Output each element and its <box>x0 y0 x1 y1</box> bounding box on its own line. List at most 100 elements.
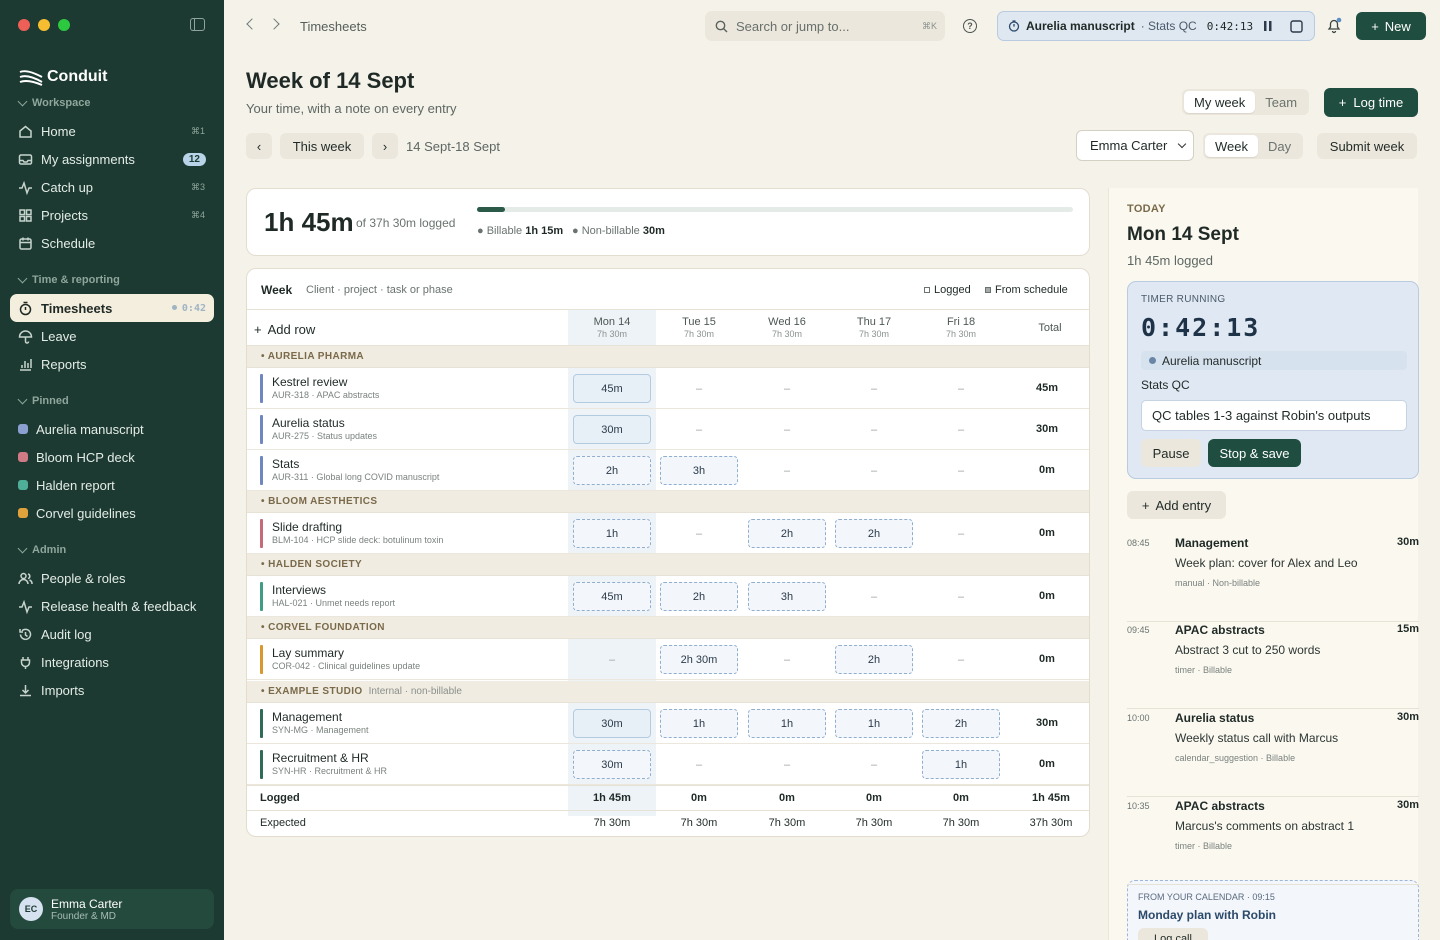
sidebar-item-timesheets[interactable]: Timesheets 0:42 <box>10 294 214 322</box>
time-cell[interactable]: – <box>748 456 826 485</box>
time-cell[interactable]: – <box>748 750 826 779</box>
sidebar-item-my-assignments[interactable]: My assignments 12 <box>10 145 214 173</box>
table-row[interactable]: Kestrel review AUR-318 · APAC abstracts 45… <box>247 368 1089 409</box>
sidebar-item-bloom-hcp-deck[interactable]: Bloom HCP deck <box>10 443 214 471</box>
close-window-button[interactable] <box>18 19 30 31</box>
tab-team[interactable]: Team <box>1255 91 1307 113</box>
sidebar-item-audit-log[interactable]: Audit log <box>10 620 214 648</box>
table-row[interactable]: Interviews HAL-021 · Unmet needs report 45… <box>247 576 1089 617</box>
sidebar-item-integrations[interactable]: Integrations <box>10 648 214 676</box>
user-card[interactable]: EC Emma Carter Founder & MD <box>10 889 214 929</box>
table-row[interactable]: Aurelia status AUR-275 · Status updates 30… <box>247 409 1089 450</box>
time-cell[interactable]: – <box>835 456 913 485</box>
time-cell[interactable]: – <box>660 750 738 779</box>
tab-week[interactable]: Week <box>1205 135 1258 157</box>
time-cell[interactable]: 2h <box>835 645 913 674</box>
table-row[interactable]: Slide drafting BLM-104 · HCP slide deck: … <box>247 513 1089 554</box>
time-cell[interactable]: – <box>922 415 1000 444</box>
time-cell[interactable]: – <box>660 415 738 444</box>
time-cell[interactable]: 45m <box>573 582 651 611</box>
time-cell[interactable]: – <box>835 415 913 444</box>
person-select[interactable]: Emma Carter <box>1076 130 1194 161</box>
add-row-button[interactable]: + Add row <box>254 322 315 337</box>
time-cell[interactable]: 1h <box>922 750 1000 779</box>
time-cell[interactable]: 30m <box>573 750 651 779</box>
sidebar-item-people-roles[interactable]: People & roles <box>10 564 214 592</box>
running-timer-pill[interactable]: Aurelia manuscript · Stats QC 0:42:13 <box>997 11 1315 41</box>
time-cell[interactable]: 30m <box>573 415 651 444</box>
time-cell[interactable]: – <box>835 582 913 611</box>
table-row[interactable]: Stats AUR-311 · Global long COVID manuscr… <box>247 450 1089 491</box>
tab-day[interactable]: Day <box>1258 135 1301 157</box>
sidebar-item-imports[interactable]: Imports <box>10 676 214 704</box>
help-icon[interactable]: ? <box>963 19 977 33</box>
time-cell[interactable]: 30m <box>573 709 651 738</box>
new-button[interactable]: + New <box>1356 12 1426 40</box>
time-cell[interactable]: – <box>922 456 1000 485</box>
timer-note-input[interactable]: QC tables 1-3 against Robin's outputs <box>1141 400 1407 431</box>
minimize-window-button[interactable] <box>38 19 50 31</box>
time-cell[interactable]: – <box>835 374 913 403</box>
sidebar-item-projects[interactable]: Projects ⌘4 <box>10 201 214 229</box>
sidebar-item-reports[interactable]: Reports <box>10 350 214 378</box>
time-cell[interactable]: 3h <box>660 456 738 485</box>
time-cell[interactable]: 3h <box>748 582 826 611</box>
time-cell[interactable]: 2h <box>573 456 651 485</box>
time-cell[interactable]: – <box>660 374 738 403</box>
time-cell[interactable]: 2h 30m <box>660 645 738 674</box>
time-entry[interactable]: 08:45 Management 30m Week plan: cover for A… <box>1127 534 1419 622</box>
timer-project-chip[interactable]: Aurelia manuscript <box>1141 351 1407 370</box>
time-cell[interactable]: 1h <box>573 519 651 548</box>
sidebar-item-catch-up[interactable]: Catch up ⌘3 <box>10 173 214 201</box>
prev-week-button[interactable]: ‹ <box>246 133 272 159</box>
add-entry-button[interactable]: + Add entry <box>1127 491 1226 519</box>
sidebar-item-corvel-guidelines[interactable]: Corvel guidelines <box>10 499 214 527</box>
submit-week-button[interactable]: Submit week <box>1317 133 1417 159</box>
time-entry[interactable]: 10:35 APAC abstracts 30m Marcus's comments … <box>1127 797 1419 885</box>
maximize-window-button[interactable] <box>58 19 70 31</box>
sidebar-item-leave[interactable]: Leave <box>10 322 214 350</box>
time-cell[interactable]: – <box>660 519 738 548</box>
time-cell[interactable]: 2h <box>660 582 738 611</box>
search-input[interactable]: Search or jump to... ⌘K <box>705 11 945 41</box>
stop-save-button[interactable]: Stop & save <box>1208 439 1301 467</box>
sidebar-item-schedule[interactable]: Schedule <box>10 229 214 257</box>
log-time-button[interactable]: + Log time <box>1324 88 1418 117</box>
table-row[interactable]: Recruitment & HR SYN-HR · Recruitment & H… <box>247 744 1089 785</box>
time-cell[interactable]: – <box>922 374 1000 403</box>
time-cell[interactable]: – <box>748 374 826 403</box>
pause-icon[interactable] <box>1261 19 1275 33</box>
log-call-button[interactable]: Log call <box>1138 928 1208 940</box>
sidebar-toggle-icon[interactable] <box>190 18 205 31</box>
section-workspace[interactable]: Workspace <box>17 96 91 109</box>
sidebar-item-home[interactable]: Home ⌘1 <box>10 117 214 145</box>
time-cell[interactable]: – <box>922 582 1000 611</box>
time-cell[interactable]: – <box>922 645 1000 674</box>
time-cell[interactable]: 45m <box>573 374 651 403</box>
next-week-button[interactable]: › <box>372 133 398 159</box>
tab-my-week[interactable]: My week <box>1184 91 1256 113</box>
table-row[interactable]: Lay summary COR-042 · Clinical guidelines… <box>247 639 1089 680</box>
section-admin[interactable]: Admin <box>17 543 66 556</box>
sidebar-item-aurelia-manuscript[interactable]: Aurelia manuscript <box>10 415 214 443</box>
this-week-button[interactable]: This week <box>280 133 364 159</box>
time-cell[interactable]: 2h <box>748 519 826 548</box>
section-pinned[interactable]: Pinned <box>17 394 69 407</box>
sidebar-item-release-health-feedback[interactable]: Release health & feedback <box>10 592 214 620</box>
sidebar-item-halden-report[interactable]: Halden report <box>10 471 214 499</box>
stop-icon[interactable] <box>1289 19 1303 33</box>
time-cell[interactable]: 2h <box>922 709 1000 738</box>
pause-button[interactable]: Pause <box>1141 439 1201 467</box>
time-cell[interactable]: 1h <box>748 709 826 738</box>
time-cell[interactable]: 1h <box>660 709 738 738</box>
time-entry[interactable]: 09:45 APAC abstracts 15m Abstract 3 cut to … <box>1127 621 1419 709</box>
time-entry[interactable]: 10:00 Aurelia status 30m Weekly status call… <box>1127 709 1419 797</box>
time-cell[interactable]: 1h <box>835 709 913 738</box>
section-time[interactable]: Time & reporting <box>17 273 120 286</box>
time-cell[interactable]: 2h <box>835 519 913 548</box>
time-cell[interactable]: – <box>922 519 1000 548</box>
time-cell[interactable]: – <box>573 645 651 674</box>
time-cell[interactable]: – <box>835 750 913 779</box>
table-row[interactable]: Management SYN-MG · Management 30m 1h 1h 1h 2h… <box>247 703 1089 744</box>
brand-logo[interactable]: Conduit <box>19 68 107 86</box>
